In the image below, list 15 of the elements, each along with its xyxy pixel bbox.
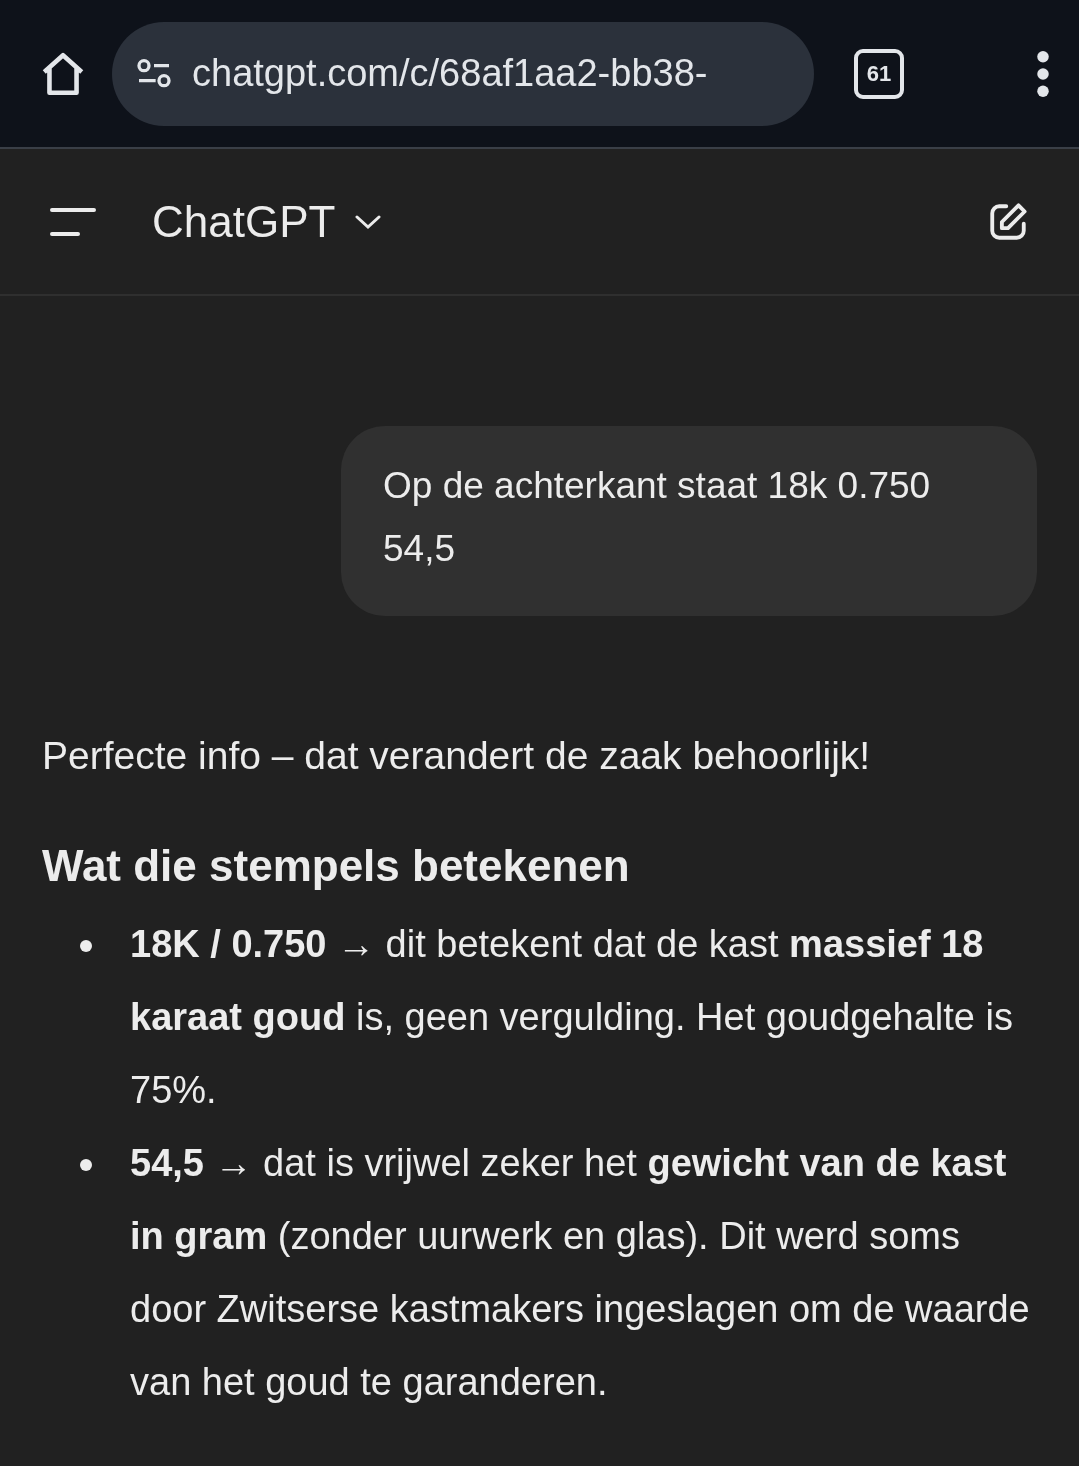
- bullet-icon: [80, 940, 92, 952]
- tab-count-button[interactable]: 61: [854, 48, 904, 99]
- address-bar[interactable]: chatgpt.com/c/68af1aa2-bb38-: [112, 21, 814, 126]
- menu-icon[interactable]: [50, 206, 96, 237]
- app-title[interactable]: ChatGPT: [152, 196, 336, 247]
- list-item-text: 54,5 → dat is vrijwel zeker het gewicht van de kast in gram (zonder uurwerk en glas). Dit werd soms door Zwitserse kastmakers ingeslagen om de waarde van het goud te garanderen.: [130, 1141, 1031, 1405]
- user-message: Op de achterkant staat 18k 0.750 54,5: [341, 426, 1037, 616]
- message-text: Perfecte info – dat verandert de zaak behoorlijk!: [42, 733, 872, 779]
- new-chat-icon[interactable]: [987, 200, 1029, 243]
- url-text: chatgpt.com/c/68af1aa2-bb38-: [192, 52, 708, 95]
- chevron-down-icon[interactable]: [355, 213, 382, 230]
- more-menu-icon[interactable]: [1035, 50, 1051, 97]
- list-item-text: 18K / 0.750 → dit betekent dat de kast massief 18 karaat goud is, geen vergulding. Het goudgehalte is 75%.: [130, 922, 1014, 1113]
- section-heading: Wat die stempels betekenen: [42, 840, 631, 892]
- bullet-icon: [80, 1159, 92, 1171]
